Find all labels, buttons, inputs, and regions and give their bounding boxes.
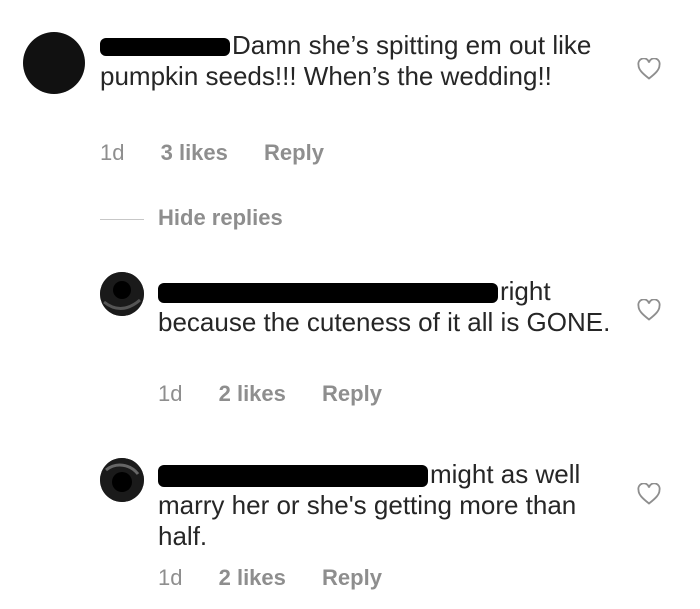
hide-replies-divider — [100, 219, 144, 220]
redacted-username[interactable] — [100, 38, 230, 57]
comment-meta: 1d 3 likes Reply — [100, 140, 324, 166]
reply-meta: 1d 2 likes Reply — [158, 381, 382, 407]
heart-outline-icon[interactable] — [637, 299, 661, 321]
likes-count-link[interactable]: 3 likes — [161, 140, 228, 166]
reply-avatar[interactable] — [100, 458, 144, 502]
reply-timestamp: 1d — [158, 565, 183, 590]
commenter-avatar[interactable] — [23, 32, 85, 94]
reply-button[interactable]: Reply — [264, 140, 324, 166]
reply-button[interactable]: Reply — [322, 565, 382, 591]
likes-count-link[interactable]: 2 likes — [219, 565, 286, 591]
heart-outline-icon[interactable] — [637, 58, 661, 80]
reply-button[interactable]: Reply — [322, 381, 382, 407]
reply-meta: 1d 2 likes Reply — [158, 565, 382, 591]
reply-timestamp: 1d — [158, 381, 183, 406]
comment-timestamp: 1d — [100, 140, 125, 165]
hide-replies-button[interactable]: Hide replies — [158, 205, 283, 231]
likes-count-link[interactable]: 2 likes — [219, 381, 286, 407]
scribbled-avatar-image — [100, 272, 144, 316]
reply-avatar[interactable] — [100, 272, 144, 316]
comment-body: Damn she’s spitting em out like pumpkin … — [100, 30, 600, 92]
heart-outline-icon[interactable] — [637, 483, 661, 505]
redacted-username[interactable] — [158, 283, 498, 304]
scribbled-avatar-image — [100, 458, 144, 502]
reply-body: might as well marry her or she's getting… — [158, 459, 618, 552]
redacted-username[interactable] — [158, 465, 428, 488]
reply-body: right because the cuteness of it all is … — [158, 276, 618, 338]
